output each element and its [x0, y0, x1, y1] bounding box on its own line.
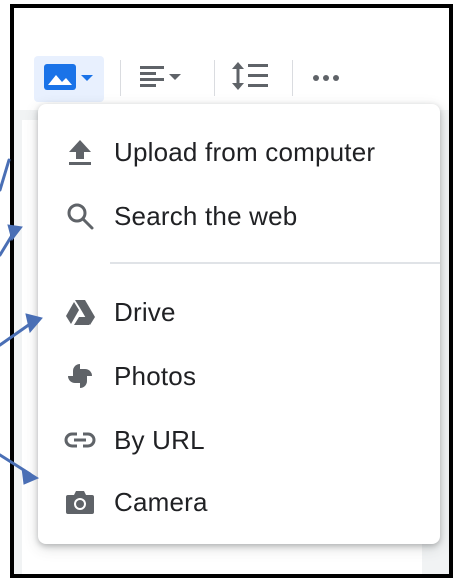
align-left-icon: [138, 62, 166, 95]
line-spacing-button[interactable]: [232, 60, 270, 96]
menu-item-label: Photos: [114, 360, 197, 391]
toolbar-separator: [120, 60, 121, 96]
photos-icon: [62, 358, 98, 394]
line-spacing-icon: [232, 60, 270, 97]
menu-item-search-the-web[interactable]: Search the web: [38, 192, 440, 240]
more-horiz-icon: [312, 69, 340, 87]
insert-image-button[interactable]: [34, 56, 104, 102]
menu-item-photos[interactable]: Photos: [38, 352, 440, 400]
upload-icon: [62, 134, 98, 170]
image-icon: [44, 63, 76, 95]
insert-image-menu: Upload from computer Search the web Driv…: [38, 104, 440, 544]
camera-icon: [62, 484, 98, 520]
menu-item-by-url[interactable]: By URL: [38, 416, 440, 464]
annotation-arrow: [0, 158, 11, 192]
screenshot-frame: Upload from computer Search the web Driv…: [10, 4, 453, 578]
toolbar-separator: [292, 60, 293, 96]
toolbar: [14, 46, 449, 110]
drive-icon: [62, 294, 98, 330]
link-icon: [62, 422, 98, 458]
menu-item-label: Upload from computer: [114, 136, 376, 167]
menu-item-drive[interactable]: Drive: [38, 288, 440, 336]
menu-item-label: Drive: [114, 296, 176, 327]
menu-item-upload-from-computer[interactable]: Upload from computer: [38, 128, 440, 176]
toolbar-separator: [214, 60, 215, 96]
search-icon: [62, 198, 98, 234]
menu-item-label: Camera: [114, 486, 208, 517]
menu-item-camera[interactable]: Camera: [38, 478, 440, 526]
menu-item-label: By URL: [114, 424, 205, 455]
caret-down-icon: [80, 70, 94, 88]
menu-divider: [110, 262, 440, 264]
menu-item-label: Search the web: [114, 200, 298, 231]
align-button[interactable]: [138, 60, 182, 96]
caret-down-icon: [168, 69, 182, 87]
more-options-button[interactable]: [312, 60, 340, 96]
